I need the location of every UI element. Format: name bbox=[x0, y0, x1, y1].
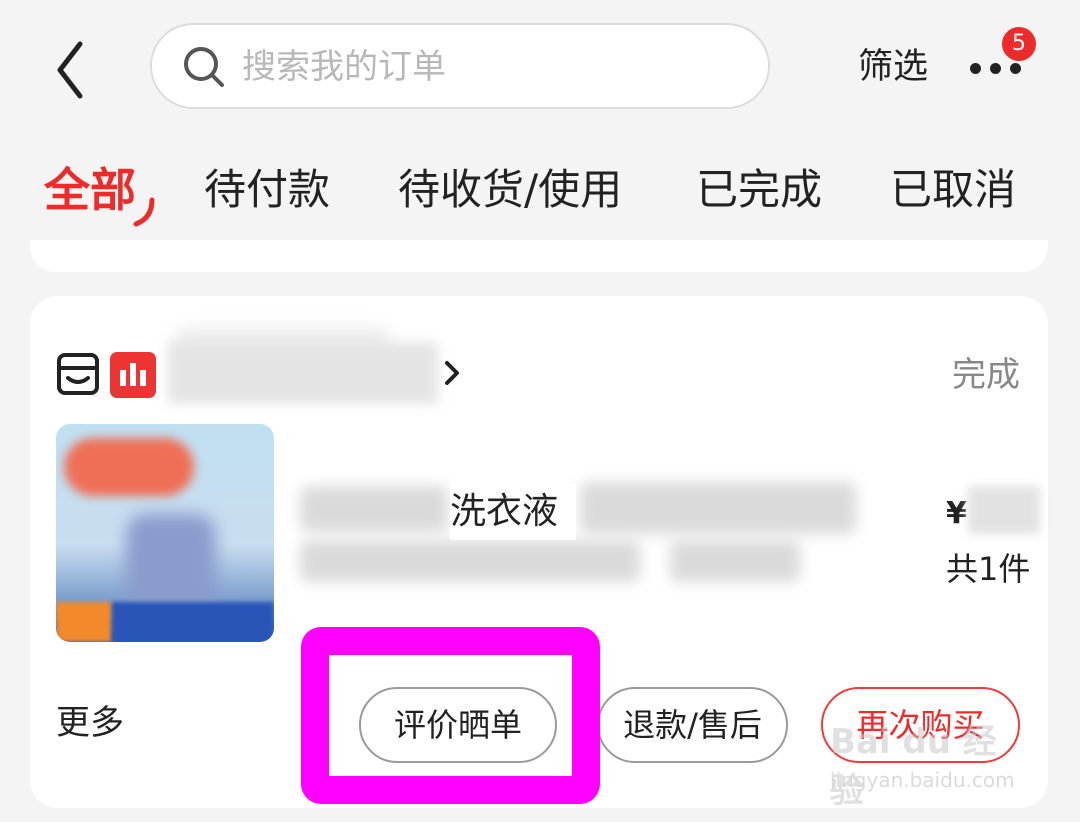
order-status: 完成 bbox=[952, 355, 1020, 395]
review-button[interactable]: 评价晒单 bbox=[359, 687, 557, 763]
shop-icon bbox=[57, 353, 99, 395]
tab-cancelled[interactable]: 已取消 bbox=[890, 160, 1016, 220]
rebuy-button[interactable]: 再次购买 bbox=[821, 687, 1020, 763]
product-title-redacted bbox=[300, 486, 448, 532]
tab-completed[interactable]: 已完成 bbox=[696, 160, 822, 220]
product-title-keyword: 洗衣液 bbox=[450, 484, 576, 540]
filter-button[interactable]: 筛选 bbox=[858, 42, 928, 92]
product-title-redacted bbox=[670, 540, 800, 582]
price-redacted bbox=[968, 486, 1040, 534]
item-quantity: 共1件 bbox=[946, 550, 1031, 588]
tab-active-indicator bbox=[133, 197, 155, 227]
previous-order-card bbox=[30, 240, 1048, 272]
chevron-right-icon[interactable] bbox=[440, 356, 464, 390]
tab-pending-receipt[interactable]: 待收货/使用 bbox=[398, 160, 622, 220]
back-arrow-icon bbox=[57, 41, 83, 99]
back-button[interactable] bbox=[40, 30, 110, 110]
tab-all[interactable]: 全部 bbox=[44, 160, 136, 220]
more-dots-icon bbox=[970, 63, 981, 74]
search-box[interactable] bbox=[150, 23, 770, 109]
tab-pending-payment[interactable]: 待付款 bbox=[204, 160, 330, 220]
product-title-redacted bbox=[580, 482, 856, 534]
refund-button[interactable]: 退款/售后 bbox=[597, 687, 788, 763]
more-dot bbox=[990, 63, 1001, 74]
price-currency: ¥ bbox=[946, 496, 967, 531]
product-image[interactable] bbox=[56, 424, 274, 642]
more-dot bbox=[1010, 63, 1021, 74]
search-icon bbox=[184, 47, 224, 87]
search-input[interactable] bbox=[240, 39, 744, 95]
shop-name-redacted[interactable] bbox=[168, 342, 438, 404]
shop-logo-icon bbox=[110, 352, 156, 398]
product-title-redacted bbox=[300, 540, 640, 582]
notification-badge: 5 bbox=[1002, 27, 1036, 61]
more-actions-link[interactable]: 更多 bbox=[56, 700, 124, 746]
